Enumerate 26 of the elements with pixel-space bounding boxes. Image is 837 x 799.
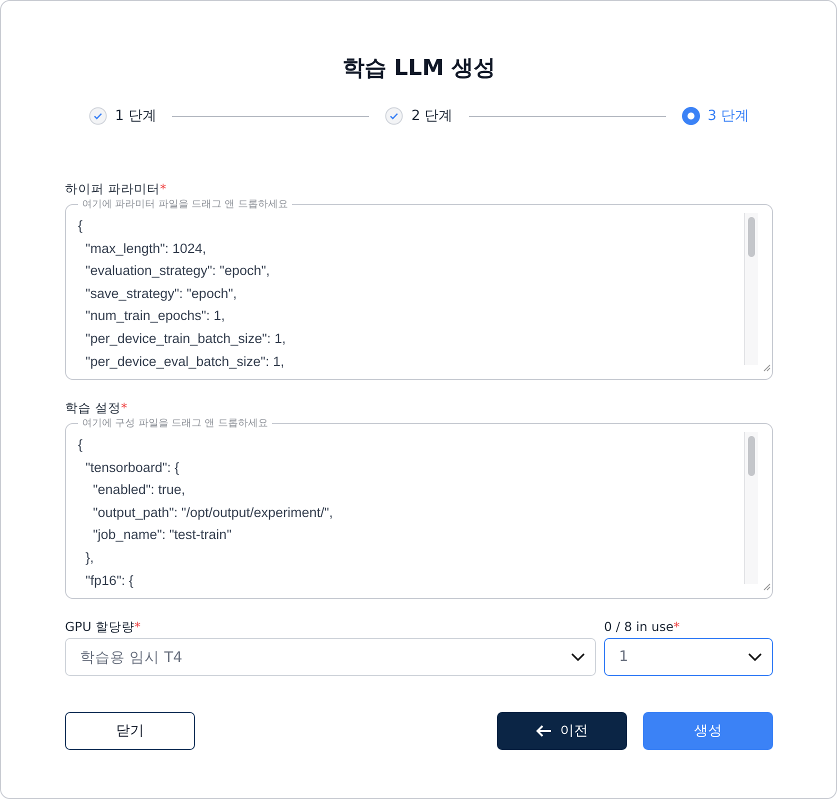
arrow-left-icon bbox=[536, 725, 552, 737]
scrollbar[interactable] bbox=[744, 432, 758, 584]
field-label: 학습 설정* bbox=[65, 400, 128, 416]
step-label: 3 단계 bbox=[708, 107, 750, 125]
json-editor[interactable]: 여기에 파라미터 파일을 드래그 앤 드롭하세요 { "max_length": 1024, "evaluation_strategy": "epoch", "save_strategy": "epoch", "num_train_epochs": 1, "per_device_train_batch_size": 1, "per_device_eval_batch_size": 1, bbox=[65, 197, 773, 380]
field-label: 0 / 8 in use* bbox=[604, 619, 681, 635]
dropdown[interactable]: 1 bbox=[604, 638, 773, 676]
step-label: 2 단계 bbox=[411, 107, 453, 125]
dialog-title: 학습 LLM 생성 bbox=[341, 55, 497, 83]
step-label: 1 단계 bbox=[115, 107, 156, 125]
chevron-down-icon bbox=[748, 653, 762, 661]
json-text: { "tensorboard": { "enabled": true, "output_path": "/opt/output/experiment/", "job_name": "test-train" }, "fp16": { bbox=[78, 436, 334, 590]
back-button[interactable]: 이전 bbox=[497, 712, 627, 750]
chevron-down-icon bbox=[571, 653, 585, 661]
dropdown[interactable]: 학습용 임시 T4 bbox=[65, 638, 596, 676]
scrollbar[interactable] bbox=[744, 213, 758, 365]
drop-hint: 여기에 구성 파일을 드래그 앤 드롭하세요 bbox=[81, 417, 269, 430]
field-label: GPU 할당량* bbox=[65, 619, 142, 635]
resize-handle-icon[interactable] bbox=[763, 583, 771, 592]
json-text: { "max_length": 1024, "evaluation_strategy": "epoch", "save_strategy": "epoch", "num_train_epochs": 1, "per_device_train_batch_size": 1, "per_device_eval_batch_size": 1, bbox=[78, 217, 287, 371]
resize-handle-icon[interactable] bbox=[763, 364, 771, 372]
drop-hint: 여기에 파라미터 파일을 드래그 앤 드롭하세요 bbox=[81, 198, 289, 211]
close-button[interactable]: 닫기 bbox=[65, 712, 195, 750]
create-button[interactable]: 생성 bbox=[643, 712, 773, 750]
json-editor[interactable]: 여기에 구성 파일을 드래그 앤 드롭하세요 { "tensorboard": { "enabled": true, "output_path": "/opt/output/experiment/", "job_name": "test-train" }, "fp16": { bbox=[65, 416, 773, 599]
field-label: 하이퍼 파라미터* bbox=[65, 181, 168, 197]
